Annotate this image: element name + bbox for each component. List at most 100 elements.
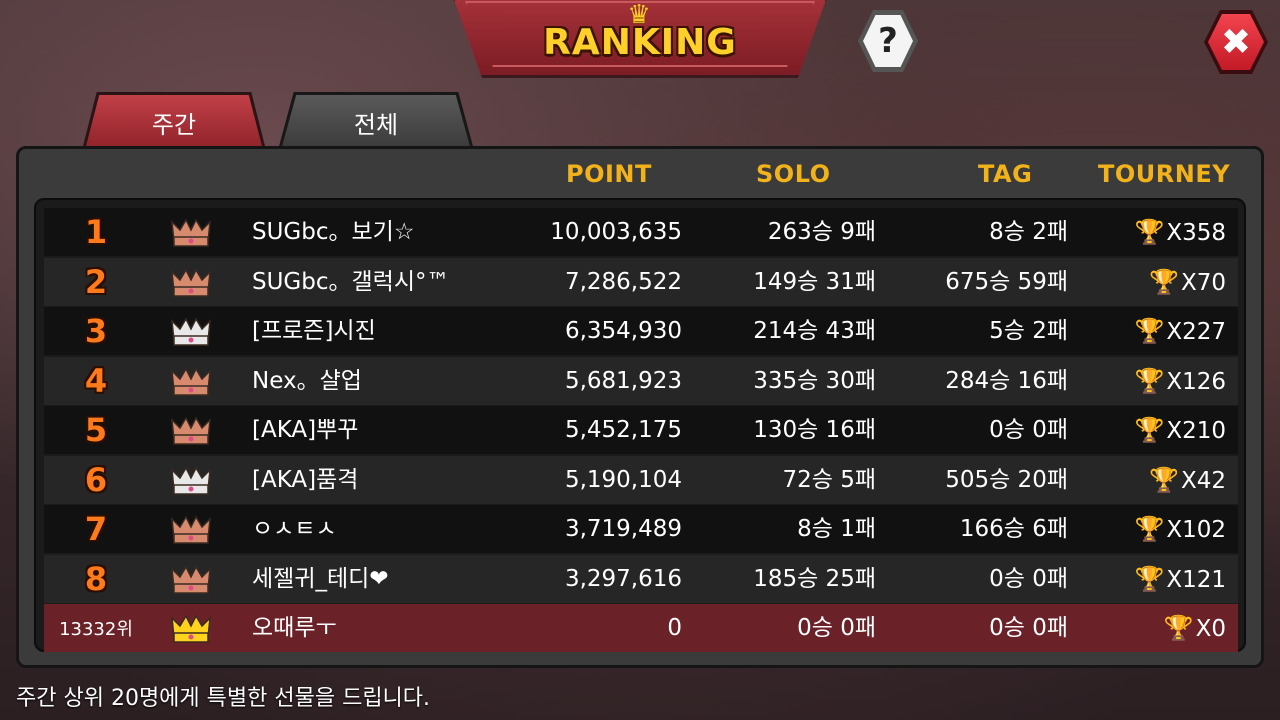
tag-record: 166승 6패	[959, 516, 1068, 542]
tourney-count: 🏆X210	[1114, 406, 1226, 454]
tourney-count: 🏆X70	[1114, 258, 1226, 306]
crown-icon	[171, 465, 211, 495]
column-header-tourney: TOURNEY	[1098, 160, 1231, 188]
tourney-value: X126	[1166, 368, 1226, 395]
point-value: 5,681,923	[564, 367, 682, 394]
crown-icon	[171, 267, 211, 297]
tag-record: 8승 2패	[989, 219, 1068, 245]
ranking-row[interactable]: 4 Nex。샬업 5,681,923 335승 30패 284승 16패 🏆X126	[44, 356, 1238, 405]
solo-record: 214승 43패	[753, 318, 876, 344]
point-value: 5,452,175	[564, 417, 682, 443]
footer-notice: 주간 상위 20명에게 특별한 선물을 드립니다.	[16, 686, 431, 711]
tourney-value: X210	[1166, 418, 1226, 444]
crown-icon	[171, 218, 211, 247]
tourney-value: X227	[1166, 319, 1226, 345]
trophy-icon: 🏆	[1134, 317, 1165, 345]
ranking-row[interactable]: 5 [AKA]뿌꾸 5,452,175 130승 16패 0승 0패 🏆X210	[44, 406, 1238, 454]
tag-record: 0승 0패	[989, 565, 1068, 592]
tag-record: 505승 20패	[945, 466, 1068, 493]
tourney-count: 🏆X0	[1114, 604, 1226, 652]
solo-record: 263승 9패	[767, 219, 876, 245]
column-header-solo: SOLO	[756, 160, 831, 188]
player-name: [프로즌]시진	[252, 318, 376, 344]
rank-number: 5	[84, 411, 108, 449]
ranking-row[interactable]: 6 [AKA]품격 5,190,104 72승 5패 505승 20패 🏆X42	[44, 455, 1238, 504]
player-name: 오때루ㅜ	[252, 615, 337, 641]
point-value: 5,190,104	[564, 466, 682, 493]
tab-all-label: 전체	[353, 111, 399, 139]
solo-record: 0승 0패	[797, 615, 876, 641]
solo-record: 185승 25패	[753, 565, 876, 592]
crown-icon	[171, 614, 211, 643]
ranking-row[interactable]: 2 SUGbc。갤럭시°™ 7,286,522 149승 31패 675승 59패 🏆X7…	[44, 257, 1238, 306]
crown-icon	[171, 515, 211, 544]
help-button[interactable]: ?	[858, 10, 918, 72]
tourney-count: 🏆X358	[1114, 208, 1226, 256]
trophy-icon: 🏆	[1134, 564, 1165, 593]
ranking-row[interactable]: 3 [프로즌]시진 6,354,930 214승 43패 5승 2패 🏆X227	[44, 307, 1238, 355]
rank-number: 13332위	[59, 619, 133, 640]
point-value: 10,003,635	[550, 219, 682, 245]
tab-weekly[interactable]: 주간	[82, 92, 266, 150]
point-value: 3,719,489	[564, 516, 682, 542]
solo-record: 335승 30패	[753, 367, 876, 394]
crown-icon	[171, 317, 211, 346]
trophy-icon: 🏆	[1149, 465, 1179, 494]
point-value: 7,286,522	[564, 268, 682, 295]
solo-record: 8승 1패	[797, 516, 876, 542]
question-icon: ?	[863, 15, 913, 67]
column-header-tag: TAG	[978, 160, 1033, 188]
player-name: 세젤귀_테디❤	[252, 565, 389, 592]
player-name: Nex。샬업	[252, 367, 362, 394]
crown-icon	[171, 416, 211, 445]
tourney-value: X0	[1195, 616, 1226, 642]
player-name: [AKA]품격	[252, 466, 359, 493]
tag-record: 0승 0패	[989, 417, 1068, 443]
tourney-value: X42	[1180, 467, 1226, 494]
rank-number: 1	[84, 213, 108, 251]
tourney-count: 🏆X126	[1114, 357, 1226, 405]
point-value: 3,297,616	[564, 565, 682, 592]
trophy-icon: 🏆	[1163, 614, 1194, 642]
close-button[interactable]: ✖	[1204, 10, 1268, 74]
tag-record: 5승 2패	[989, 318, 1068, 344]
player-name: SUGbc。갤럭시°™	[252, 268, 450, 295]
rank-number: 6	[84, 460, 108, 499]
rank-number: 2	[84, 262, 108, 301]
tourney-count: 🏆X102	[1114, 505, 1226, 553]
tag-record: 284승 16패	[945, 367, 1068, 394]
tab-weekly-label: 주간	[151, 111, 197, 139]
trophy-icon: 🏆	[1134, 416, 1165, 444]
ranking-row[interactable]: 7 ㅇㅅㅌㅅ 3,719,489 8승 1패 166승 6패 🏆X102	[44, 505, 1238, 553]
my-rank-row[interactable]: 13332위 오때루ㅜ 0 0승 0패 0승 0패 🏆X0	[44, 604, 1238, 652]
tourney-value: X102	[1166, 517, 1226, 543]
player-name: [AKA]뿌꾸	[252, 417, 359, 443]
tab-all[interactable]: 전체	[278, 92, 474, 150]
solo-record: 130승 16패	[753, 417, 876, 443]
trophy-icon: 🏆	[1134, 515, 1165, 543]
ranking-row[interactable]: 1 SUGbc。보기☆ 10,003,635 263승 9패 8승 2패 🏆X358	[44, 208, 1238, 256]
tag-record: 0승 0패	[989, 615, 1068, 641]
player-name: ㅇㅅㅌㅅ	[252, 516, 337, 542]
tourney-count: 🏆X227	[1114, 307, 1226, 355]
rank-number: 3	[84, 312, 108, 350]
rank-number: 7	[84, 510, 108, 548]
point-value: 6,354,930	[564, 318, 682, 344]
tourney-value: X121	[1166, 566, 1226, 593]
trophy-icon: 🏆	[1134, 218, 1165, 246]
tourney-value: X70	[1180, 269, 1226, 296]
tourney-value: X358	[1166, 220, 1226, 246]
player-name: SUGbc。보기☆	[252, 219, 415, 245]
rank-number: 8	[84, 559, 108, 598]
tourney-count: 🏆X42	[1114, 456, 1226, 504]
trophy-icon: 🏆	[1134, 366, 1165, 395]
column-header-point: POINT	[566, 160, 652, 188]
ranking-row[interactable]: 8 세젤귀_테디❤ 3,297,616 185승 25패 0승 0패 🏆X121	[44, 554, 1238, 603]
tourney-count: 🏆X121	[1114, 555, 1226, 603]
close-icon: ✖	[1208, 14, 1264, 70]
solo-record: 149승 31패	[753, 268, 876, 295]
solo-record: 72승 5패	[782, 466, 876, 493]
page-title: RANKING	[543, 22, 737, 63]
rank-number: 4	[84, 361, 108, 400]
tag-record: 675승 59패	[945, 268, 1068, 295]
